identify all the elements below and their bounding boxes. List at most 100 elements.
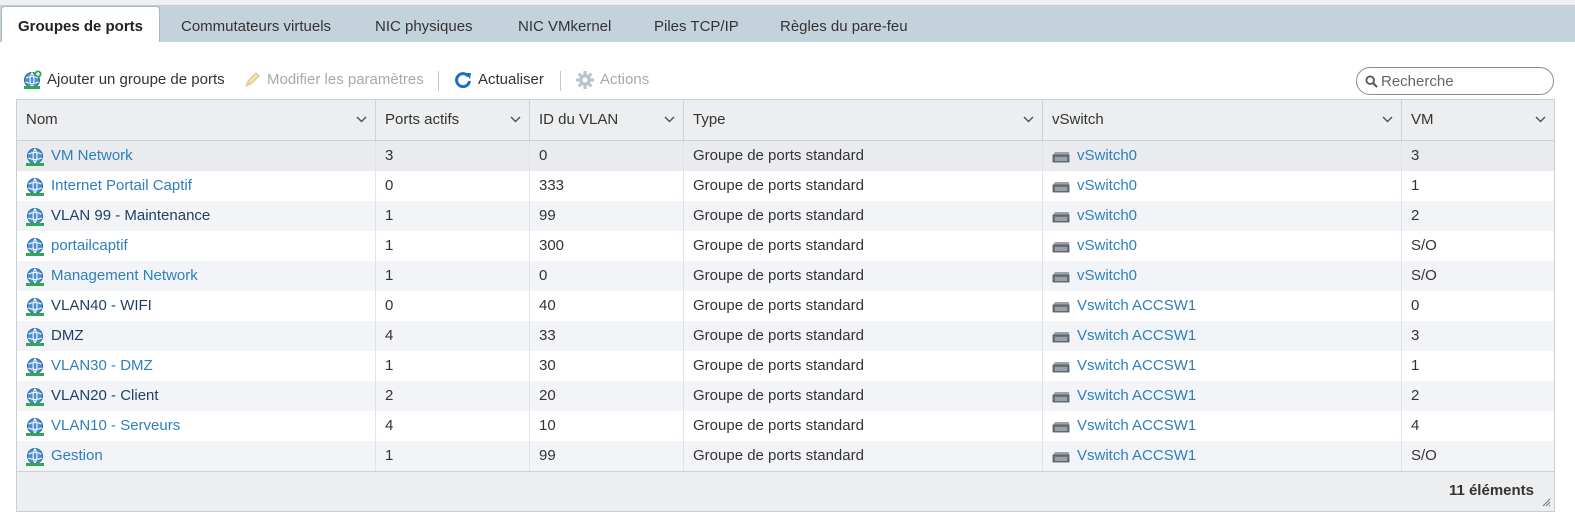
cell-ports: 4 — [376, 321, 530, 351]
cell-value: Groupe de ports standard — [693, 237, 864, 254]
chevron-down-icon[interactable] — [1535, 116, 1546, 123]
vswitch-link[interactable]: vSwitch0 — [1077, 201, 1137, 231]
column-header-type[interactable]: Type — [684, 100, 1043, 140]
port-group-name-link[interactable]: VLAN10 - Serveurs — [51, 411, 180, 441]
network-globe-icon — [26, 178, 44, 196]
cell-vswitch: vSwitch0 — [1043, 171, 1402, 201]
port-group-name-link[interactable]: DMZ — [51, 321, 84, 351]
cell-type: Groupe de ports standard — [684, 441, 1043, 471]
table-row[interactable]: portailcaptif 1 300 Groupe de ports standar… — [17, 231, 1554, 261]
tab-physical-nics[interactable]: NIC physiques — [375, 6, 473, 42]
search-box[interactable] — [1356, 67, 1554, 95]
cell-type: Groupe de ports standard — [684, 141, 1043, 171]
cell-ports: 1 — [376, 351, 530, 381]
chevron-down-icon[interactable] — [1023, 116, 1034, 123]
cell-vm: S/O — [1402, 441, 1554, 471]
vswitch-link[interactable]: vSwitch0 — [1077, 231, 1137, 261]
port-group-name-link[interactable]: Internet Portail Captif — [51, 171, 192, 201]
vswitch-link[interactable]: Vswitch ACCSW1 — [1077, 351, 1196, 381]
port-group-name-link[interactable]: Management Network — [51, 261, 198, 291]
port-group-name-link[interactable]: VM Network — [51, 141, 133, 171]
tab-port-groups[interactable]: Groupes de ports — [1, 6, 161, 42]
vswitch-link[interactable]: Vswitch ACCSW1 — [1077, 441, 1196, 471]
tab-tcpip-stacks[interactable]: Piles TCP/IP — [654, 6, 739, 42]
port-group-name-link[interactable]: VLAN20 - Client — [51, 381, 159, 411]
cell-ports: 1 — [376, 441, 530, 471]
network-globe-icon — [26, 208, 44, 226]
edit-settings-button[interactable]: Modifier les paramètres — [242, 62, 427, 98]
cell-type: Groupe de ports standard — [684, 321, 1043, 351]
cell-value: Groupe de ports standard — [693, 267, 864, 284]
cell-vswitch: Vswitch ACCSW1 — [1043, 291, 1402, 321]
chevron-down-icon[interactable] — [356, 116, 367, 123]
cell-vswitch: Vswitch ACCSW1 — [1043, 321, 1402, 351]
tab-bar: Groupes de ports Commutateurs virtuels N… — [0, 6, 1575, 42]
tab-vmkernel-nics[interactable]: NIC VMkernel — [518, 6, 611, 42]
switch-icon — [1052, 422, 1070, 433]
add-port-group-button[interactable]: Ajouter un groupe de ports — [22, 62, 227, 98]
table-row[interactable]: Management Network 1 0 Groupe de ports stan… — [17, 261, 1554, 291]
table-row[interactable]: VLAN30 - DMZ 1 30 Groupe de ports standard V… — [17, 351, 1554, 381]
switch-icon — [1052, 242, 1070, 253]
cell-value: 1 — [385, 447, 394, 464]
cell-value: 4 — [385, 417, 394, 434]
switch-icon — [1052, 392, 1070, 403]
column-header-vm[interactable]: VM — [1402, 100, 1554, 140]
tab-firewall-rules[interactable]: Règles du pare-feu — [780, 6, 908, 42]
toolbar: Ajouter un groupe de ports Modifier les … — [0, 62, 1575, 98]
column-header-active-ports[interactable]: Ports actifs — [376, 100, 530, 140]
column-header-vlan-id[interactable]: ID du VLAN — [530, 100, 684, 140]
cell-value: 0 — [1411, 297, 1420, 314]
switch-icon — [1052, 272, 1070, 283]
table-row[interactable]: VLAN10 - Serveurs 4 10 Groupe de ports stan… — [17, 411, 1554, 441]
chevron-down-icon[interactable] — [1382, 116, 1393, 123]
table-row[interactable]: Gestion 1 99 Groupe de ports standard Vswitc… — [17, 441, 1554, 471]
chevron-down-icon[interactable] — [510, 116, 521, 123]
vswitch-link[interactable]: Vswitch ACCSW1 — [1077, 411, 1196, 441]
vswitch-link[interactable]: vSwitch0 — [1077, 141, 1137, 171]
table-row[interactable]: VLAN 99 - Maintenance 1 99 Groupe de ports … — [17, 201, 1554, 231]
table-header: Nom Ports actifs ID du VLAN Type vSwitch… — [17, 100, 1554, 141]
column-header-vswitch[interactable]: vSwitch — [1043, 100, 1402, 140]
item-count: 11 éléments — [1448, 482, 1534, 499]
cell-value: Groupe de ports standard — [693, 387, 864, 404]
cell-type: Groupe de ports standard — [684, 231, 1043, 261]
cell-value: Groupe de ports standard — [693, 327, 864, 344]
port-group-name-link[interactable]: VLAN30 - DMZ — [51, 351, 153, 381]
table-row[interactable]: DMZ 4 33 Groupe de ports standard Vswitch AC… — [17, 321, 1554, 351]
table-row[interactable]: VM Network 3 0 Groupe de ports standard vSwi… — [17, 141, 1554, 171]
vswitch-link[interactable]: vSwitch0 — [1077, 171, 1137, 201]
cell-value: 2 — [1411, 207, 1420, 224]
table-row[interactable]: Internet Portail Captif 0 333 Groupe de por… — [17, 171, 1554, 201]
search-input[interactable] — [1381, 71, 1546, 91]
cell-vswitch: Vswitch ACCSW1 — [1043, 381, 1402, 411]
vswitch-link[interactable]: Vswitch ACCSW1 — [1077, 381, 1196, 411]
port-group-name-link[interactable]: VLAN40 - WIFI — [51, 291, 152, 321]
cell-vlan: 99 — [530, 201, 684, 231]
chevron-down-icon[interactable] — [664, 116, 675, 123]
cell-value: 1 — [385, 207, 394, 224]
tab-virtual-switches[interactable]: Commutateurs virtuels — [181, 6, 331, 42]
resize-grip-icon[interactable] — [1542, 498, 1551, 507]
switch-icon — [1052, 152, 1070, 163]
cell-vlan: 10 — [530, 411, 684, 441]
vswitch-link[interactable]: vSwitch0 — [1077, 261, 1137, 291]
cell-ports: 1 — [376, 261, 530, 291]
port-group-name-link[interactable]: portailcaptif — [51, 231, 128, 261]
actions-button[interactable]: Actions — [575, 62, 655, 98]
table-row[interactable]: VLAN40 - WIFI 0 40 Groupe de ports standard… — [17, 291, 1554, 321]
column-header-label: ID du VLAN — [539, 111, 619, 128]
vswitch-link[interactable]: Vswitch ACCSW1 — [1077, 291, 1196, 321]
port-group-name-link[interactable]: Gestion — [51, 441, 103, 471]
column-header-name[interactable]: Nom — [17, 100, 376, 140]
port-group-name-link[interactable]: VLAN 99 - Maintenance — [51, 201, 210, 231]
table-row[interactable]: VLAN20 - Client 2 20 Groupe de ports standa… — [17, 381, 1554, 411]
vswitch-link[interactable]: Vswitch ACCSW1 — [1077, 321, 1196, 351]
cell-value: 4 — [1411, 417, 1420, 434]
cell-name: Gestion — [17, 441, 376, 471]
cell-value: 1 — [1411, 357, 1420, 374]
refresh-button[interactable]: Actualiser — [453, 62, 548, 98]
cell-vswitch: Vswitch ACCSW1 — [1043, 351, 1402, 381]
cell-value: 2 — [385, 387, 394, 404]
toolbar-separator — [560, 71, 561, 91]
